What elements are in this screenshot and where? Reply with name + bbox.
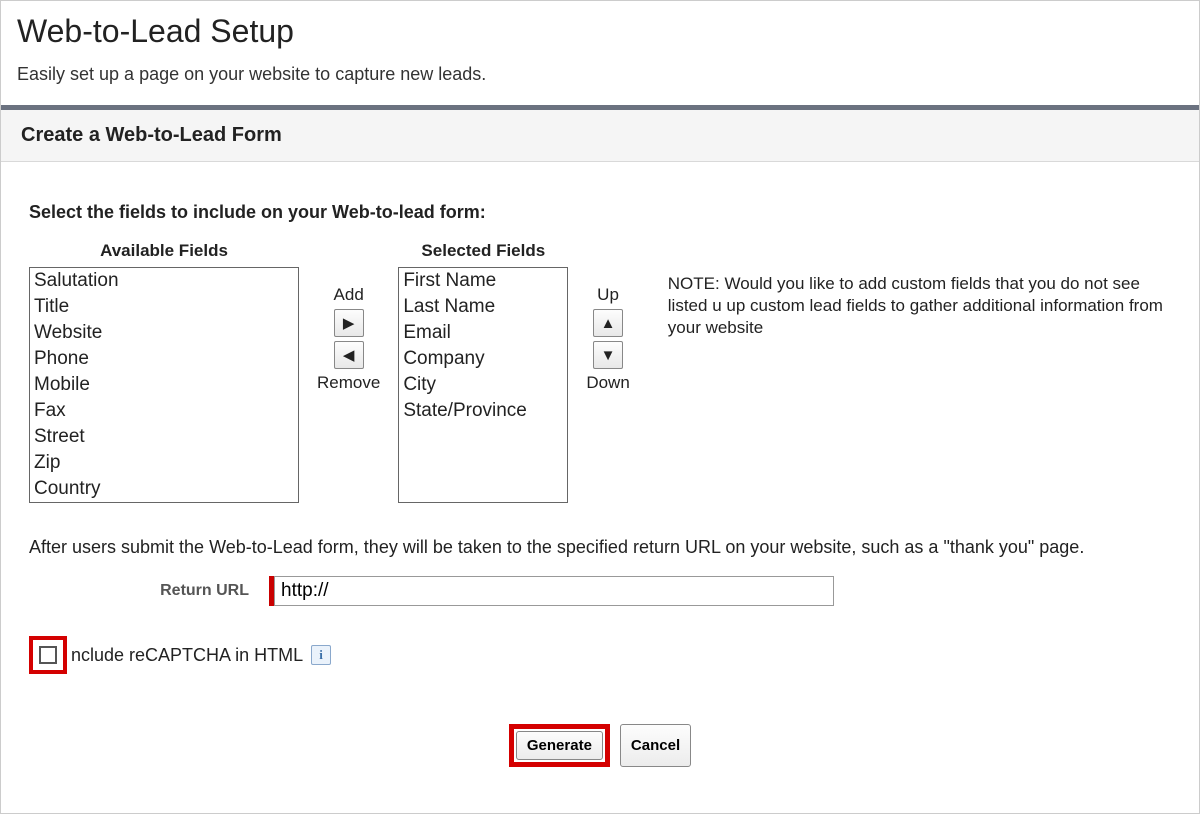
return-url-label: Return URL — [29, 582, 269, 600]
triangle-left-icon: ◀ — [343, 346, 355, 364]
up-label: Up — [597, 285, 619, 305]
selected-fields-listbox[interactable]: First NameLast NameEmailCompanyCityState… — [398, 267, 568, 503]
move-up-button[interactable]: ▲ — [593, 309, 623, 337]
list-item[interactable]: Street — [30, 424, 298, 450]
list-item[interactable]: Company — [399, 346, 567, 372]
recaptcha-checkbox[interactable] — [39, 646, 57, 664]
page-title: Web-to-Lead Setup — [1, 1, 1199, 56]
form-panel: Create a Web-to-Lead Form Select the fie… — [1, 105, 1199, 787]
triangle-right-icon: ▶ — [343, 314, 355, 332]
page-subtitle: Easily set up a page on your website to … — [1, 56, 1199, 105]
return-url-input[interactable] — [274, 576, 834, 606]
list-item[interactable]: Website — [30, 320, 298, 346]
selected-fields-column: Selected Fields First NameLast NameEmail… — [398, 241, 568, 503]
page-container: Web-to-Lead Setup Easily set up a page o… — [0, 0, 1200, 814]
selected-fields-header: Selected Fields — [421, 241, 545, 261]
custom-fields-note: NOTE: Would you like to add custom field… — [648, 273, 1171, 339]
field-selection-instructions: Select the fields to include on your Web… — [29, 202, 1171, 223]
down-label: Down — [586, 373, 629, 393]
triangle-up-icon: ▲ — [601, 315, 616, 332]
list-item[interactable]: Last Name — [399, 294, 567, 320]
available-fields-header: Available Fields — [100, 241, 228, 261]
panel-header: Create a Web-to-Lead Form — [1, 110, 1199, 162]
list-item[interactable]: Email — [399, 320, 567, 346]
add-label: Add — [334, 285, 364, 305]
list-item[interactable]: Fax — [30, 398, 298, 424]
info-icon[interactable]: i — [311, 645, 331, 665]
move-down-button[interactable]: ▼ — [593, 341, 623, 369]
list-item[interactable]: First Name — [399, 268, 567, 294]
recaptcha-label: nclude reCAPTCHA in HTML — [71, 645, 303, 666]
remove-label: Remove — [317, 373, 380, 393]
available-fields-listbox[interactable]: SalutationTitleWebsitePhoneMobileFaxStre… — [29, 267, 299, 503]
list-item[interactable]: State/Province — [399, 398, 567, 424]
add-remove-controls: Add ▶ ◀ Remove — [299, 283, 398, 395]
add-button[interactable]: ▶ — [334, 309, 364, 337]
recaptcha-row: nclude reCAPTCHA in HTML i — [29, 636, 1171, 674]
available-fields-column: Available Fields SalutationTitleWebsiteP… — [29, 241, 299, 503]
generate-button-highlight: Generate — [509, 724, 610, 767]
list-item[interactable]: City — [399, 372, 567, 398]
triangle-down-icon: ▼ — [601, 347, 616, 364]
return-url-description: After users submit the Web-to-Lead form,… — [29, 537, 1171, 558]
list-item[interactable]: Mobile — [30, 372, 298, 398]
remove-button[interactable]: ◀ — [334, 341, 364, 369]
list-item[interactable]: Salutation — [30, 268, 298, 294]
panel-body: Select the fields to include on your Web… — [1, 162, 1199, 787]
reorder-controls: Up ▲ ▼ Down — [568, 283, 647, 395]
action-buttons: Generate Cancel — [29, 724, 1171, 767]
return-url-row: Return URL — [29, 576, 1171, 606]
list-item[interactable]: Zip — [30, 450, 298, 476]
list-item[interactable]: Title — [30, 294, 298, 320]
recaptcha-checkbox-highlight — [29, 636, 67, 674]
cancel-button[interactable]: Cancel — [620, 724, 691, 767]
list-item[interactable]: Phone — [30, 346, 298, 372]
list-item[interactable]: Country — [30, 476, 298, 502]
field-picker: Available Fields SalutationTitleWebsiteP… — [29, 241, 1171, 503]
generate-button[interactable]: Generate — [516, 731, 603, 760]
